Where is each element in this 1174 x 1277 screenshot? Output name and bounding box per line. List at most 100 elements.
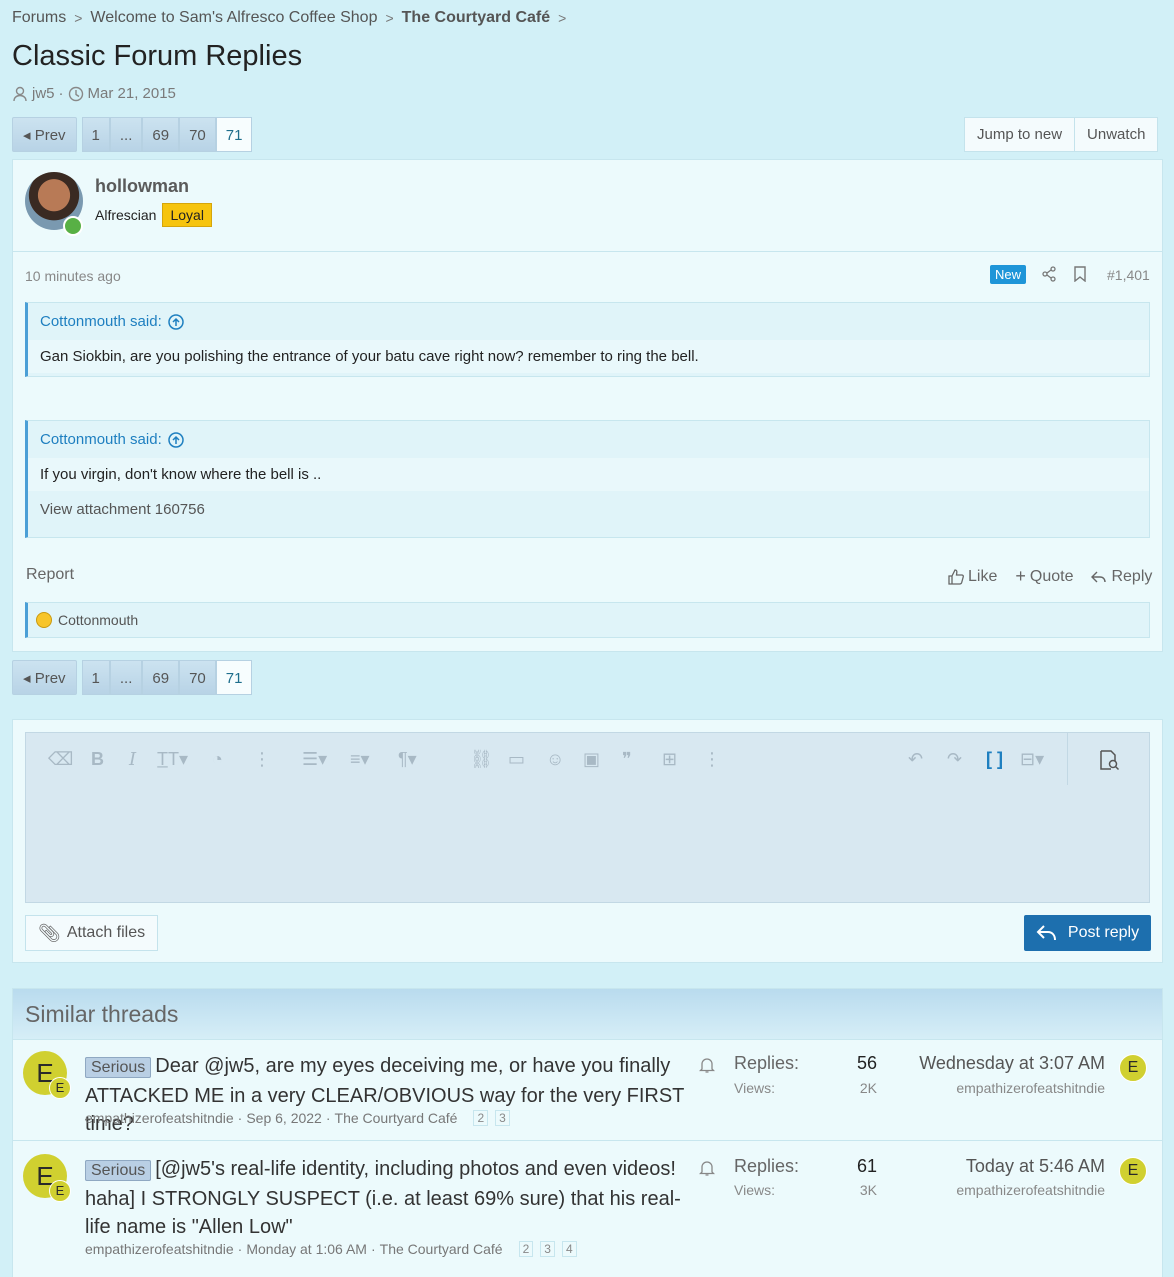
prev-page-button[interactable]: ◂ Prev — [12, 117, 77, 152]
reactions-bar[interactable]: Cottonmouth — [25, 602, 1150, 638]
last-poster-avatar[interactable]: E — [1119, 1157, 1147, 1185]
italic-icon[interactable]: I — [129, 749, 136, 770]
like-button[interactable]: Like — [948, 566, 997, 587]
divider — [13, 251, 1162, 252]
similar-threads: Similar threads E E Serious Dear @jw5, ar… — [12, 988, 1163, 1277]
thread-date[interactable]: Monday at 1:06 AM — [246, 1241, 367, 1257]
thread-date[interactable]: Mar 21, 2015 — [88, 85, 176, 102]
unwatch-button[interactable]: Unwatch — [1075, 117, 1159, 152]
avatar-small[interactable]: E — [49, 1077, 71, 1099]
quote-icon[interactable]: ❞ — [622, 749, 632, 770]
align-icon[interactable]: ≡▾ — [350, 749, 370, 770]
more-vertical-icon[interactable]: ⋮ — [703, 749, 721, 770]
prev-page-button[interactable]: ◂ Prev — [12, 660, 77, 695]
jump-to-new-button[interactable]: Jump to new — [964, 117, 1076, 152]
thread-forum[interactable]: The Courtyard Café — [380, 1241, 503, 1257]
thread-page-link[interactable]: 3 — [540, 1241, 555, 1257]
thread-prefix[interactable]: Serious — [85, 1057, 152, 1078]
redo-icon[interactable]: ↷ — [947, 749, 962, 770]
arrow-up-circle-icon[interactable] — [168, 313, 184, 330]
preview-toggle[interactable] — [1067, 733, 1149, 785]
paperclip-icon: 📎︎ — [38, 923, 61, 943]
thread-page-link[interactable]: 3 — [495, 1110, 510, 1126]
user-title: Alfrescian Loyal — [95, 203, 212, 227]
chevron-right-icon: > — [74, 10, 83, 26]
smiley-icon[interactable]: ☺ — [546, 749, 564, 770]
page-1[interactable]: 1 — [81, 117, 110, 152]
thread-actions: Jump to new Unwatch — [964, 117, 1159, 152]
thread-starter[interactable]: empathizerofeatshitndie — [85, 1110, 234, 1126]
thread-meta: jw5 · Mar 21, 2015 — [12, 85, 176, 102]
quote-author[interactable]: Cottonmouth said: — [40, 431, 162, 448]
page-1[interactable]: 1 — [81, 660, 110, 695]
quote-header: Cottonmouth said: — [28, 421, 1149, 458]
page-ellipsis[interactable]: ... — [109, 117, 143, 152]
breadcrumb-forums[interactable]: Forums — [12, 9, 66, 27]
views-count: 3K — [859, 1182, 877, 1198]
editor-toolbar: ⌫ B I T̲T▾ ◔ ⋮ ☰▾ ≡▾ ¶▾ ⛓ ▭ ☺ ▣ ❞ ⊞ ⋮ ↶ … — [26, 733, 1149, 785]
bookmark-icon[interactable] — [1073, 266, 1087, 282]
page-71-current[interactable]: 71 — [215, 117, 253, 152]
last-post-user[interactable]: empathizerofeatshitndie — [893, 1080, 1105, 1096]
thread-author[interactable]: jw5 — [32, 85, 55, 102]
thread-forum[interactable]: The Courtyard Café — [335, 1110, 458, 1126]
report-link[interactable]: Report — [26, 566, 74, 584]
post-time[interactable]: 10 minutes ago — [25, 268, 121, 284]
post-username[interactable]: hollowman — [95, 176, 189, 197]
attach-files-button[interactable]: 📎︎ Attach files — [25, 915, 159, 951]
chevron-right-icon: > — [558, 10, 567, 26]
thread-date[interactable]: Sep 6, 2022 — [246, 1110, 322, 1126]
reaction-user[interactable]: Cottonmouth — [58, 612, 138, 628]
user-title-text: Alfrescian — [95, 207, 157, 223]
image-icon[interactable]: ▭ — [508, 749, 525, 770]
attachment-link[interactable]: View attachment 160756 — [28, 491, 1149, 528]
thread-prefix[interactable]: Serious — [85, 1160, 152, 1181]
thread-page-link[interactable]: 2 — [518, 1241, 534, 1257]
post-number[interactable]: #1,401 — [1107, 267, 1150, 283]
last-post-date[interactable]: Wednesday at 3:07 AM — [893, 1053, 1105, 1074]
bbcode-toggle-icon[interactable]: [ ] — [986, 749, 1003, 770]
thread-title[interactable]: Serious [@jw5's real-life identity, inclu… — [85, 1155, 705, 1241]
media-icon[interactable]: ▣ — [583, 749, 600, 770]
undo-icon[interactable]: ↶ — [908, 749, 923, 770]
bold-icon[interactable]: B — [91, 749, 104, 770]
paragraph-icon[interactable]: ¶▾ — [398, 749, 417, 770]
list-item: E E Serious [@jw5's real-life identity, i… — [13, 1140, 1162, 1275]
breadcrumb-courtyard[interactable]: The Courtyard Café — [402, 9, 550, 27]
eraser-icon[interactable]: ⌫ — [48, 749, 73, 770]
bell-icon[interactable] — [699, 1159, 715, 1177]
reply-icon — [1091, 571, 1107, 582]
reply-button[interactable]: Reply — [1091, 566, 1152, 587]
quote-button[interactable]: + Quote — [1015, 566, 1073, 587]
bell-icon[interactable] — [699, 1056, 715, 1074]
breadcrumb: Forums > Welcome to Sam's Alfresco Coffe… — [12, 9, 574, 27]
breadcrumb-coffee-shop[interactable]: Welcome to Sam's Alfresco Coffee Shop — [90, 9, 377, 27]
thread-meta: empathizerofeatshitndie · Monday at 1:06 … — [85, 1241, 577, 1257]
editor-box[interactable]: ⌫ B I T̲T▾ ◔ ⋮ ☰▾ ≡▾ ¶▾ ⛓ ▭ ☺ ▣ ❞ ⊞ ⋮ ↶ … — [25, 732, 1150, 903]
user-icon — [13, 86, 27, 101]
palette-icon[interactable]: ◔ — [212, 749, 223, 770]
thread-page-link[interactable]: 2 — [473, 1110, 489, 1126]
list-icon[interactable]: ☰▾ — [302, 749, 327, 770]
share-icon[interactable] — [1041, 266, 1057, 282]
more-vertical-icon[interactable]: ⋮ — [253, 749, 271, 770]
save-draft-icon[interactable]: ⊟▾ — [1020, 749, 1044, 770]
last-post-date[interactable]: Today at 5:46 AM — [893, 1156, 1105, 1177]
thread-page-link[interactable]: 4 — [561, 1241, 577, 1257]
last-post-user[interactable]: empathizerofeatshitndie — [893, 1182, 1105, 1198]
quote-author[interactable]: Cottonmouth said: — [40, 313, 162, 330]
page-71-current[interactable]: 71 — [215, 660, 253, 695]
arrow-up-circle-icon[interactable] — [168, 431, 184, 448]
page-69[interactable]: 69 — [142, 117, 180, 152]
post-reply-button[interactable]: Post reply — [1024, 915, 1151, 951]
page-69[interactable]: 69 — [142, 660, 180, 695]
page-70[interactable]: 70 — [179, 660, 216, 695]
page-70[interactable]: 70 — [179, 117, 216, 152]
last-poster-avatar[interactable]: E — [1119, 1054, 1147, 1082]
text-size-icon[interactable]: T̲T▾ — [157, 749, 188, 770]
table-icon[interactable]: ⊞ — [662, 749, 677, 770]
link-icon[interactable]: ⛓ — [470, 749, 493, 770]
page-ellipsis[interactable]: ... — [109, 660, 143, 695]
thread-starter[interactable]: empathizerofeatshitndie — [85, 1241, 234, 1257]
avatar-small[interactable]: E — [49, 1180, 71, 1202]
